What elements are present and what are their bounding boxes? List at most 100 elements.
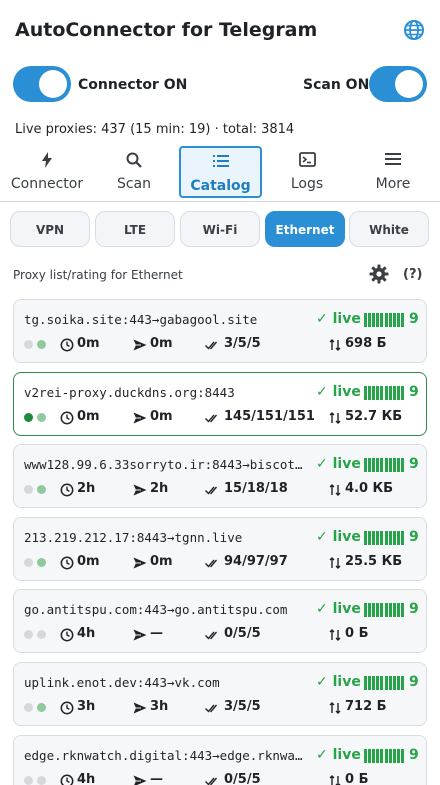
status-dot [37, 630, 46, 639]
proxy-score: 9 [409, 674, 419, 690]
last-used: — [150, 626, 163, 641]
proxy-card[interactable]: www128.99.6.33sorryto.ir:8443→biscottis.… [13, 444, 427, 508]
traffic-amount: 698 Б [345, 336, 387, 351]
status-dot [24, 413, 33, 422]
traffic-amount: 52.7 КБ [345, 409, 403, 424]
check-counts: 3/5/5 [224, 336, 261, 351]
signal-bars [364, 676, 405, 690]
proxy-score: 9 [409, 384, 419, 400]
traffic-amount: 0 Б [345, 626, 369, 641]
status-dot [24, 485, 33, 494]
tab-logs[interactable]: Logs [267, 146, 347, 198]
send-icon [133, 700, 147, 714]
status-dot [24, 558, 33, 567]
tab-catalog[interactable]: Catalog [179, 146, 262, 198]
check-counts: 0/5/5 [224, 626, 261, 641]
filter-ethernet[interactable]: Ethernet [265, 211, 345, 247]
live-status: ✓ live [316, 747, 361, 763]
tab-divider [0, 201, 440, 202]
checks-icon [205, 627, 219, 641]
list-title: Proxy list/rating for Ethernet [13, 268, 183, 282]
live-status: ✓ live [316, 311, 361, 327]
help-button[interactable]: (?) [403, 267, 422, 282]
last-seen: 0m [77, 409, 100, 424]
checks-icon [205, 337, 219, 351]
last-seen: 0m [77, 336, 100, 351]
tab-scan[interactable]: Scan [94, 146, 174, 198]
status-dot [24, 340, 33, 349]
proxy-score: 9 [409, 456, 419, 472]
tab-more[interactable]: More [353, 146, 433, 198]
menu-icon [353, 152, 433, 174]
proxy-card[interactable]: 213.219.212.17:8443→tgnn.live ✓ live 9 0m 0m… [13, 517, 427, 581]
tab-label: Logs [290, 176, 324, 192]
gear-icon[interactable] [369, 264, 389, 284]
tab-label: Connector [10, 176, 84, 192]
proxy-score: 9 [409, 311, 419, 327]
proxy-host: edge.rknwatch.digital:443→edge.rknwatch.… [24, 748, 308, 763]
proxy-host: tg.soika.site:443→gabagool.site [24, 312, 258, 327]
send-icon [133, 482, 147, 496]
send-icon [133, 410, 147, 424]
clock-icon [60, 337, 74, 352]
traffic-icon [328, 627, 342, 641]
last-seen: 0m [77, 554, 100, 569]
status-dot [24, 703, 33, 712]
last-used: 0m [150, 409, 173, 424]
proxy-card[interactable]: edge.rknwatch.digital:443→edge.rknwatch.… [13, 735, 427, 785]
app-header: AutoConnector for Telegram [0, 0, 440, 60]
clock-icon [60, 627, 74, 642]
clock-icon [60, 555, 74, 570]
status-dot [37, 558, 46, 567]
tab-connector[interactable]: Connector [7, 146, 87, 198]
connection-filters: VPN LTE Wi-Fi Ethernet White [10, 211, 440, 248]
send-icon [133, 627, 147, 641]
connector-toggle[interactable] [13, 66, 71, 102]
proxy-card[interactable]: tg.soika.site:443→gabagool.site ✓ live 9 0m… [13, 299, 427, 363]
tab-label: Scan [116, 176, 152, 192]
live-status: ✓ live [316, 674, 361, 690]
filter-lte[interactable]: LTE [95, 211, 175, 247]
proxy-host: www128.99.6.33sorryto.ir:8443→biscottis.… [24, 457, 308, 472]
checks-icon [205, 773, 219, 785]
last-seen: 4h [77, 772, 96, 785]
search-icon [94, 152, 174, 174]
status-dot [37, 703, 46, 712]
status-dot [37, 340, 46, 349]
status-dot [24, 630, 33, 639]
proxy-card[interactable]: uplink.enot.dev:443→vk.com ✓ live 9 3h 3h 3/5… [13, 662, 427, 726]
list-icon [181, 154, 260, 176]
send-icon [133, 773, 147, 785]
clock-icon [60, 773, 74, 785]
traffic-amount: 4.0 КБ [345, 481, 394, 496]
check-counts: 94/97/97 [224, 554, 288, 569]
clock-icon [60, 410, 74, 425]
tab-label: Catalog [190, 178, 251, 194]
traffic-amount: 25.5 КБ [345, 554, 403, 569]
proxy-card[interactable]: go.antitspu.com:443→go.antitspu.com ✓ liv… [13, 589, 427, 653]
globe-icon[interactable] [402, 18, 426, 42]
traffic-icon [328, 555, 342, 569]
check-counts: 145/151/151 [224, 409, 315, 424]
signal-bars [364, 458, 405, 472]
bolt-icon [7, 152, 87, 174]
signal-bars [364, 603, 405, 617]
scan-toggle[interactable] [369, 66, 427, 102]
filter-white[interactable]: White [349, 211, 429, 247]
send-icon [133, 337, 147, 351]
checks-icon [205, 482, 219, 496]
clock-icon [60, 700, 74, 715]
checks-icon [205, 410, 219, 424]
last-used: — [150, 772, 163, 785]
tab-label: More [375, 176, 411, 192]
proxy-host: uplink.enot.dev:443→vk.com [24, 675, 220, 690]
filter-vpn[interactable]: VPN [10, 211, 90, 247]
filter-wifi[interactable]: Wi-Fi [180, 211, 260, 247]
proxy-card[interactable]: v2rei-proxy.duckdns.org:8443 ✓ live 9 0m 0m 1… [13, 372, 427, 436]
status-dot [37, 413, 46, 422]
proxy-score: 9 [409, 529, 419, 545]
status-dot [37, 485, 46, 494]
checks-icon [205, 700, 219, 714]
check-counts: 15/18/18 [224, 481, 288, 496]
send-icon [133, 555, 147, 569]
